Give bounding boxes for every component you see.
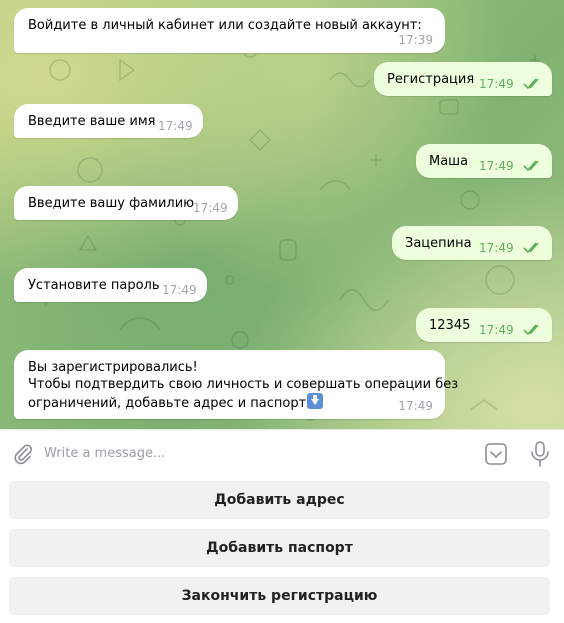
message-text-line: Вы зарегистрировались! — [28, 360, 198, 375]
down-arrow-emoji-icon — [307, 393, 324, 409]
chat-area: Войдите в личный кабинет или создайте но… — [0, 0, 564, 429]
message-text: Введите ваше имя — [28, 114, 156, 129]
read-receipt-icon — [523, 242, 539, 254]
message-text: Войдите в личный кабинет или создайте но… — [28, 18, 422, 33]
outgoing-message[interactable]: Регистрация 17:49 — [374, 62, 552, 96]
message-text-line: Чтобы подтвердить свою личность и соверш… — [28, 377, 459, 392]
message-time: 17:49 — [193, 201, 228, 215]
message-text: Зацепина — [405, 236, 472, 251]
paperclip-icon[interactable] — [12, 443, 34, 465]
message-text: Регистрация — [387, 72, 475, 87]
message-time: 17:49 — [162, 283, 197, 297]
read-receipt-icon — [523, 160, 539, 172]
incoming-message[interactable]: Установите пароль 17:49 — [14, 268, 207, 302]
incoming-message[interactable]: Введите ваше имя 17:49 — [14, 104, 203, 138]
message-time: 17:49 — [479, 159, 514, 173]
message-input[interactable] — [44, 442, 464, 464]
message-time: 17:49 — [158, 119, 193, 133]
message-text: Маша — [429, 154, 469, 169]
bot-reply-keyboard: Добавить адрес Добавить паспорт Закончит… — [0, 476, 564, 623]
message-time: 17:49 — [479, 323, 514, 337]
outgoing-message[interactable]: Маша 17:49 — [416, 144, 552, 178]
message-text-line-part: ограничений, добавьте адрес и паспорт — [28, 396, 307, 411]
message-text: Установите пароль — [28, 278, 160, 293]
message-composer — [0, 429, 564, 476]
read-receipt-icon — [523, 78, 539, 90]
message-text: Введите вашу фамилию — [28, 196, 195, 211]
finish-registration-button[interactable]: Закончить регистрацию — [9, 577, 550, 615]
bot-keyboard-icon[interactable] — [484, 442, 508, 466]
incoming-message[interactable]: Вы зарегистрировались! Чтобы подтвердить… — [14, 350, 458, 419]
message-time: 17:49 — [398, 399, 433, 413]
outgoing-message[interactable]: 12345 17:49 — [416, 308, 552, 342]
add-address-button[interactable]: Добавить адрес — [9, 481, 550, 519]
incoming-message[interactable]: Войдите в личный кабинет или создайте но… — [14, 8, 445, 53]
add-passport-button[interactable]: Добавить паспорт — [9, 529, 550, 567]
message-text: 12345 — [429, 318, 471, 333]
outgoing-message[interactable]: Зацепина 17:49 — [392, 226, 552, 260]
message-text-line: ограничений, добавьте адрес и паспорт — [28, 393, 324, 412]
microphone-icon[interactable] — [529, 440, 551, 468]
message-time: 17:49 — [479, 241, 514, 255]
message-time: 17:49 — [479, 77, 514, 91]
read-receipt-icon — [523, 324, 539, 336]
message-time: 17:39 — [398, 33, 433, 47]
incoming-message[interactable]: Введите вашу фамилию 17:49 — [14, 186, 238, 220]
